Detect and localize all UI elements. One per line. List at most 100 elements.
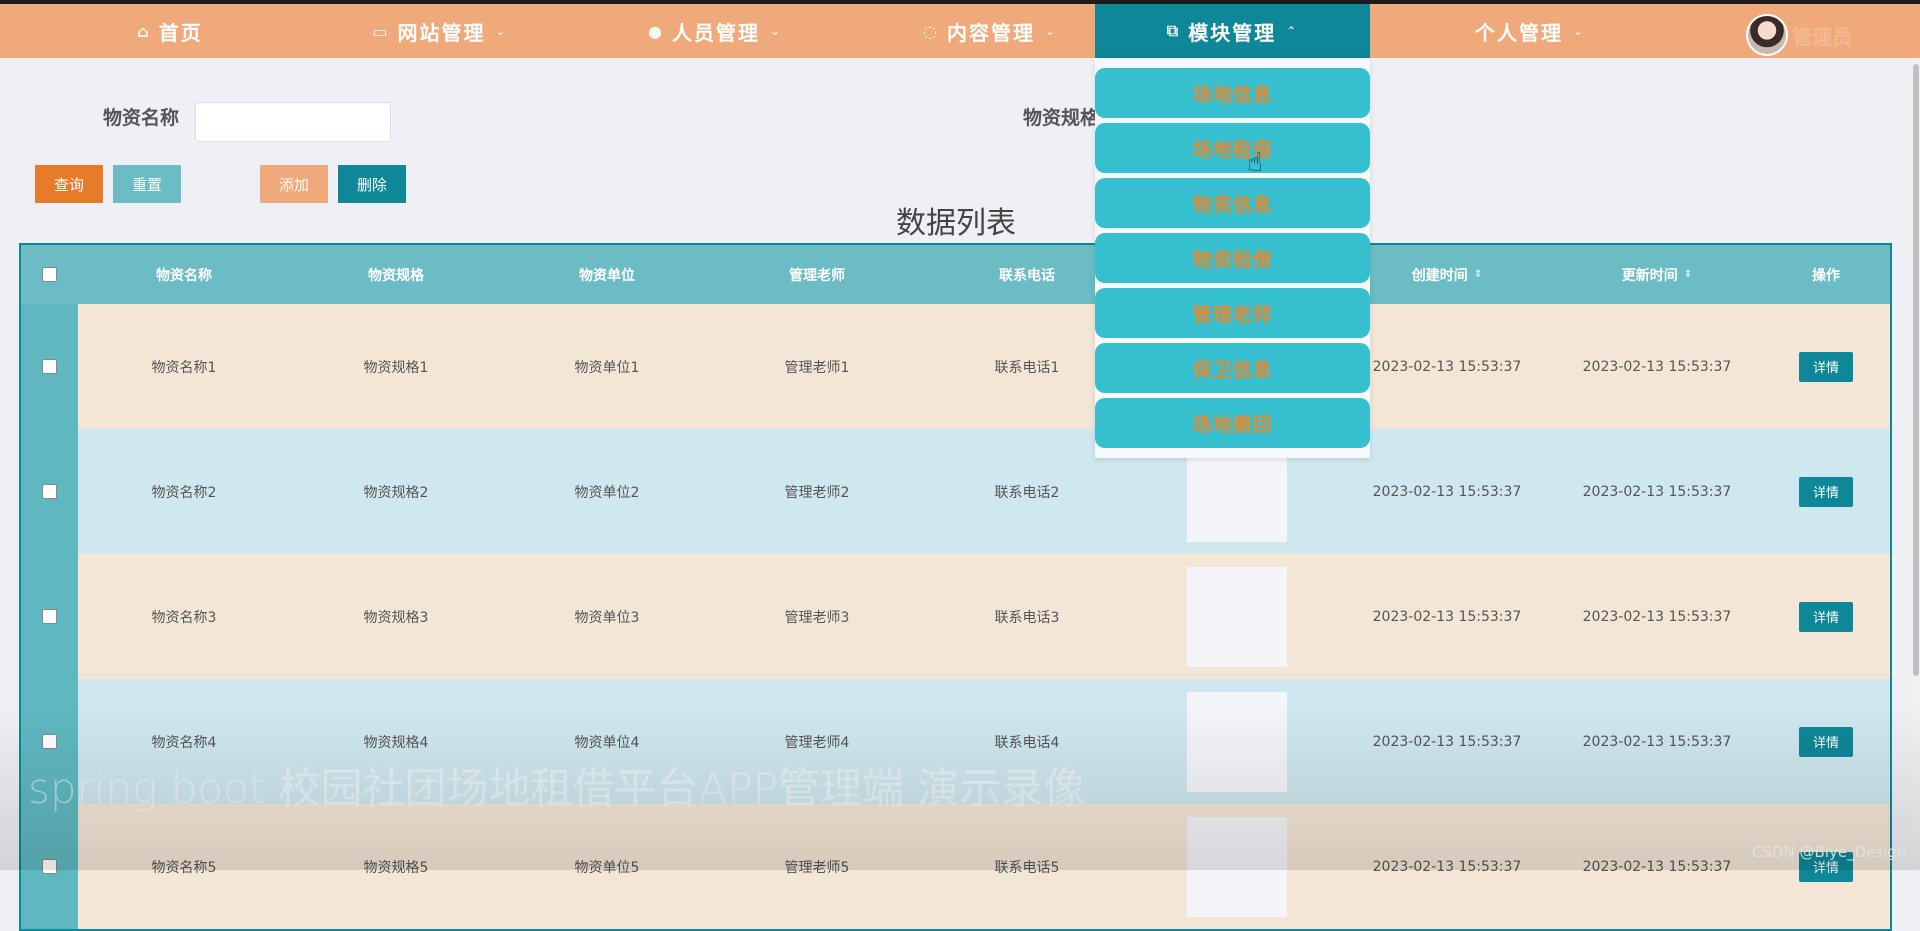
dropdown-item[interactable]: 物资信息 [1095, 178, 1370, 228]
col-teacher: 管理老师 [789, 267, 845, 284]
cell-name: 物资名称3 [151, 609, 217, 626]
row-checkbox[interactable] [42, 609, 57, 624]
cell-updated: 2023-02-13 15:53:37 [1582, 733, 1732, 750]
cell-name: 物资名称1 [151, 359, 217, 376]
select-all-checkbox[interactable] [42, 267, 57, 282]
cell-created: 2023-02-13 15:53:37 [1372, 483, 1522, 500]
scrollbar-thumb[interactable] [1913, 64, 1919, 676]
cell-image [1132, 679, 1342, 804]
cell-created: 2023-02-13 15:53:37 [1372, 358, 1522, 375]
dropdown-item[interactable]: 物资租借 [1095, 233, 1370, 283]
detail-button[interactable]: 详情 [1799, 726, 1853, 757]
thumbnail-image [1187, 691, 1287, 792]
cell-unit: 物资单位3 [574, 609, 640, 626]
cell-spec: 物资规格1 [363, 359, 429, 376]
cell-teacher: 管理老师1 [784, 359, 850, 376]
chevron-down-icon: ⌄ [769, 24, 783, 38]
nav-people[interactable]: ● 人员管理 ⌄ [595, 4, 835, 58]
cell-updated: 2023-02-13 15:53:37 [1582, 608, 1732, 625]
row-checkbox[interactable] [42, 359, 57, 374]
cell-updated: 2023-02-13 15:53:37 [1582, 858, 1732, 875]
table-header: 物资名称 物资规格 物资单位 管理老师 联系电话 创建时间 ⇕ 更新时间 ⇕ 操… [21, 245, 1890, 304]
thumbnail-image [1187, 566, 1287, 667]
cell-created: 2023-02-13 15:53:37 [1372, 608, 1522, 625]
thumbnail-image [1187, 816, 1287, 917]
table-row: 物资名称3 物资规格3 物资单位3 管理老师3 联系电话3 2023-02-13 15:5… [21, 554, 1890, 679]
dropdown-item[interactable]: 场地撤回 [1095, 398, 1370, 448]
cell-actions: 详情 [1762, 804, 1890, 929]
username[interactable]: 管理员 [1792, 21, 1852, 50]
monitor-icon: ▭ [372, 21, 390, 41]
row-select-cell [21, 429, 78, 554]
cell-actions: 详情 [1762, 554, 1890, 679]
detail-button[interactable]: 详情 [1799, 476, 1853, 507]
cell-updated: 2023-02-13 15:53:37 [1582, 358, 1732, 375]
material-name-input[interactable] [195, 102, 391, 142]
cell-phone: 联系电话3 [994, 609, 1060, 626]
nav-content[interactable]: ◌ 内容管理 ⌄ [870, 4, 1110, 58]
chevron-down-icon: ⌄ [1044, 24, 1058, 38]
cell-teacher: 管理老师3 [784, 609, 850, 626]
query-button[interactable]: 查询 [35, 165, 103, 203]
add-button[interactable]: 添加 [260, 165, 328, 203]
col-spec: 物资规格 [368, 267, 424, 284]
col-updated[interactable]: 更新时间 ⇕ [1552, 245, 1762, 304]
cell-updated: 2023-02-13 15:53:37 [1582, 483, 1732, 500]
nav-modules[interactable]: ⧉ 模块管理 ⌃ [1095, 4, 1370, 58]
table-title: 数据列表 [896, 206, 1016, 241]
row-checkbox[interactable] [42, 734, 57, 749]
chat-icon: ◌ [922, 21, 939, 41]
row-checkbox[interactable] [42, 484, 57, 499]
cell-actions: 详情 [1762, 304, 1890, 429]
copy-icon: ⧉ [1166, 21, 1181, 40]
chevron-down-icon: ⌄ [1572, 24, 1586, 38]
dropdown-item[interactable]: 场地信息 [1095, 68, 1370, 118]
cell-spec: 物资规格5 [363, 859, 429, 876]
cell-phone: 联系电话5 [994, 859, 1060, 876]
sort-icon[interactable]: ⇕ [1474, 269, 1482, 280]
nav-personal[interactable]: 个人管理 ⌄ [1410, 4, 1650, 58]
col-unit: 物资单位 [579, 267, 635, 284]
col-created-label: 创建时间 [1411, 267, 1468, 284]
nav-home-label: 首页 [158, 20, 203, 45]
sort-icon[interactable]: ⇕ [1684, 269, 1692, 280]
col-name: 物资名称 [156, 267, 212, 284]
row-select-cell [21, 304, 78, 429]
dropdown-item[interactable]: 场地租借 [1095, 123, 1370, 173]
cell-name: 物资名称2 [151, 484, 217, 501]
row-checkbox[interactable] [42, 859, 57, 874]
row-select-cell [21, 804, 78, 929]
cell-teacher: 管理老师5 [784, 859, 850, 876]
reset-button[interactable]: 重置 [113, 165, 181, 203]
material-spec-label: 物资规格 [1023, 107, 1100, 129]
nav-home[interactable]: ⌂ 首页 [70, 4, 270, 58]
select-all-cell [21, 245, 78, 304]
nav-people-label: 人员管理 [671, 20, 760, 45]
delete-button[interactable]: 删除 [338, 165, 406, 203]
dropdown-item[interactable]: 管理老师 [1095, 288, 1370, 338]
cell-actions: 详情 [1762, 429, 1890, 554]
table-row: 物资名称5 物资规格5 物资单位5 管理老师5 联系电话5 2023-02-13 15:5… [21, 804, 1890, 929]
detail-button[interactable]: 详情 [1799, 601, 1853, 632]
chevron-down-icon: ⌄ [495, 24, 508, 38]
material-name-label: 物资名称 [103, 107, 180, 129]
dropdown-item[interactable]: 保卫信息 [1095, 343, 1370, 393]
detail-button[interactable]: 详情 [1799, 351, 1853, 382]
nav-modules-label: 模块管理 [1188, 20, 1277, 45]
cell-created: 2023-02-13 15:53:37 [1372, 858, 1522, 875]
cell-actions: 详情 [1762, 679, 1890, 804]
nav-website[interactable]: ▭ 网站管理 ⌄ [320, 4, 560, 58]
row-select-cell [21, 554, 78, 679]
table-row: 物资名称2 物资规格2 物资单位2 管理老师2 联系电话2 2023-02-13 15:5… [21, 429, 1890, 554]
cell-created: 2023-02-13 15:53:37 [1372, 733, 1522, 750]
cell-unit: 物资单位1 [574, 359, 640, 376]
top-nav: ⌂ 首页 ▭ 网站管理 ⌄ ● 人员管理 ⌄ ◌ 内容管理 ⌄ ⧉ 模块管理 ⌃… [0, 4, 1920, 58]
avatar[interactable] [1746, 14, 1788, 56]
csdn-watermark: CSDN @Biye_Design [1752, 843, 1907, 861]
cell-image [1132, 554, 1342, 679]
cell-spec: 物资规格3 [363, 609, 429, 626]
col-created[interactable]: 创建时间 ⇕ [1342, 245, 1552, 304]
col-actions: 操作 [1812, 267, 1840, 284]
nav-website-label: 网站管理 [397, 20, 486, 45]
cell-unit: 物资单位2 [574, 484, 640, 501]
